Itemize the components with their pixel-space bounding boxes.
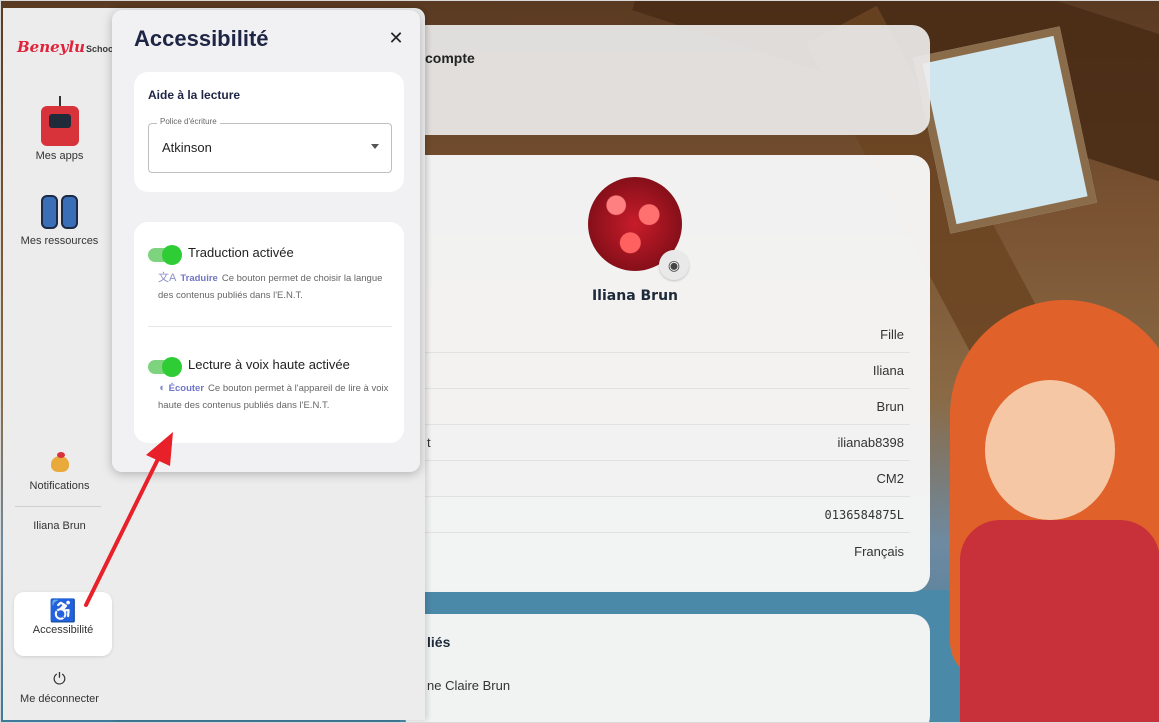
sidebar-item-label: Me déconnecter — [20, 693, 99, 705]
divider — [148, 326, 392, 327]
profile-row: Brun — [405, 389, 910, 425]
binoculars-icon — [40, 193, 80, 231]
profile-row: CM2 — [405, 461, 910, 497]
translation-label: Traduction activée — [188, 245, 294, 260]
section-title: Aide à la lecture — [148, 88, 241, 102]
sidebar-item-accessibility[interactable]: ♿ Accessibilité — [14, 592, 112, 656]
sidebar-item-label: Accessibilité — [32, 624, 94, 636]
close-icon[interactable]: ✕ — [384, 26, 408, 50]
sidebar-item-label: Iliana Brun — [33, 520, 86, 532]
sidebar-item-profile[interactable]: Iliana Brun — [3, 520, 116, 532]
chevron-down-icon — [371, 144, 379, 149]
divider — [15, 506, 101, 507]
translation-description: 文A Traduire Ce bouton permet de choisir la… — [158, 272, 383, 301]
robot-icon — [40, 96, 79, 146]
profile-name: Iliana Brun — [591, 288, 679, 304]
account-card-title: compte — [425, 50, 475, 66]
profile-row: t ilianab8398 — [405, 425, 910, 461]
beneylu-logo[interactable]: BeneyluSchool — [17, 38, 116, 56]
translate-icon: 文A — [158, 272, 177, 284]
linked-accounts-card: liés ne Claire Brun — [405, 614, 930, 723]
linked-account-item[interactable]: ne Claire Brun — [427, 678, 510, 693]
profile-details: Fille Iliana Brun t ilianab8398 CM2 01365… — [405, 317, 910, 569]
rooster-icon — [47, 452, 73, 476]
sidebar-item-resources[interactable]: Mes ressources — [3, 193, 116, 247]
profile-row: Fille — [405, 317, 910, 353]
tts-description: ◖ Écouter Ce bouton permet à l'appareil de… — [158, 382, 389, 411]
sidebar-item-label: Mes apps — [35, 150, 84, 162]
tts-label: Lecture à voix haute activée — [188, 357, 350, 372]
sidebar-item-logout[interactable]: ⏻ Me déconnecter — [3, 671, 116, 705]
font-select-label: Police d'écriture — [157, 117, 220, 126]
accessibility-panel: Accessibilité ✕ Aide à la lecture Police… — [112, 10, 420, 472]
profile-row: Français — [854, 543, 904, 559]
reading-help-section: Aide à la lecture Police d'écriture Atki… — [134, 72, 404, 192]
profile-row: 0136584875L — [405, 497, 910, 533]
sidebar-item-label: Notifications — [29, 480, 90, 492]
listen-link: Écouter — [168, 383, 205, 394]
font-select-value: Atkinson — [162, 140, 212, 155]
panel-title: Accessibilité — [134, 26, 269, 51]
account-card-header: compte — [405, 25, 930, 135]
sidebar-item-label: Mes ressources — [20, 235, 99, 247]
camera-icon[interactable]: ◉ — [659, 250, 689, 280]
translate-link: Traduire — [180, 273, 218, 284]
linked-accounts-title: liés — [427, 634, 451, 650]
translation-toggle[interactable] — [148, 245, 182, 265]
sidebar-item-notifications[interactable]: Notifications — [3, 452, 116, 492]
font-select[interactable]: Police d'écriture Atkinson — [148, 117, 392, 173]
tts-toggle[interactable] — [148, 357, 182, 377]
profile-row: Iliana — [405, 353, 910, 389]
power-icon: ⏻ — [53, 671, 66, 688]
accessibility-icon: ♿ — [49, 598, 77, 623]
features-section: Traduction activée 文A Traduire Ce bouton p… — [134, 222, 404, 443]
sidebar-item-apps[interactable]: Mes apps — [3, 96, 116, 162]
profile-card: ◉ Iliana Brun Fille Iliana Brun t ilianab… — [405, 155, 930, 592]
listen-icon: ◖ — [158, 382, 165, 394]
